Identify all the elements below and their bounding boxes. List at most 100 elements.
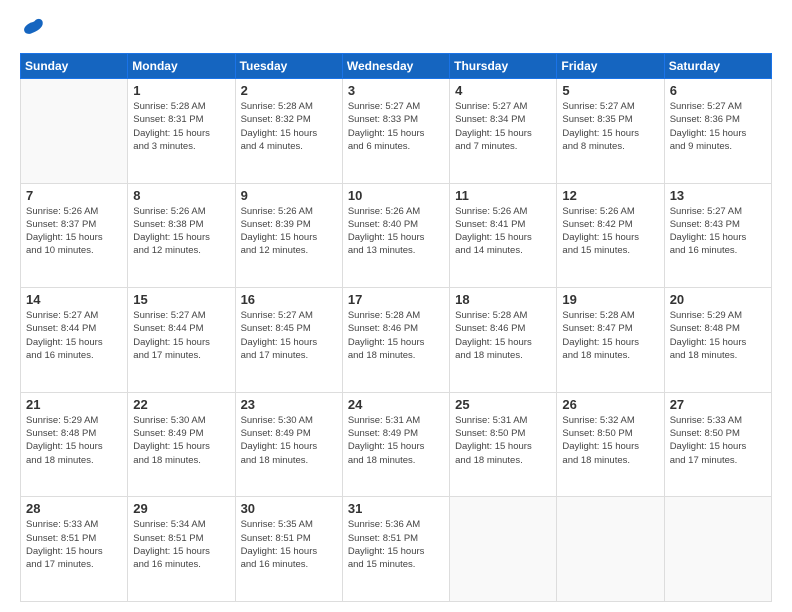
- day-info: Sunrise: 5:32 AM Sunset: 8:50 PM Dayligh…: [562, 414, 658, 467]
- day-cell: 26 Sunrise: 5:32 AM Sunset: 8:50 PM Dayli…: [557, 392, 664, 497]
- day-info: Sunrise: 5:27 AM Sunset: 8:35 PM Dayligh…: [562, 100, 658, 153]
- day-number: 13: [670, 188, 766, 203]
- day-cell: 20 Sunrise: 5:29 AM Sunset: 8:48 PM Dayli…: [664, 288, 771, 393]
- day-number: 10: [348, 188, 444, 203]
- day-info: Sunrise: 5:28 AM Sunset: 8:32 PM Dayligh…: [241, 100, 337, 153]
- header: [20, 16, 772, 43]
- day-cell: 28 Sunrise: 5:33 AM Sunset: 8:51 PM Dayli…: [21, 497, 128, 602]
- weekday-header-tuesday: Tuesday: [235, 54, 342, 79]
- day-cell: [450, 497, 557, 602]
- day-cell: 27 Sunrise: 5:33 AM Sunset: 8:50 PM Dayli…: [664, 392, 771, 497]
- day-number: 18: [455, 292, 551, 307]
- day-cell: 17 Sunrise: 5:28 AM Sunset: 8:46 PM Dayli…: [342, 288, 449, 393]
- day-number: 23: [241, 397, 337, 412]
- day-number: 29: [133, 501, 229, 516]
- weekday-header-friday: Friday: [557, 54, 664, 79]
- day-info: Sunrise: 5:33 AM Sunset: 8:50 PM Dayligh…: [670, 414, 766, 467]
- day-cell: [664, 497, 771, 602]
- day-number: 5: [562, 83, 658, 98]
- day-info: Sunrise: 5:26 AM Sunset: 8:37 PM Dayligh…: [26, 205, 122, 258]
- day-cell: 19 Sunrise: 5:28 AM Sunset: 8:47 PM Dayli…: [557, 288, 664, 393]
- day-cell: 21 Sunrise: 5:29 AM Sunset: 8:48 PM Dayli…: [21, 392, 128, 497]
- page: SundayMondayTuesdayWednesdayThursdayFrid…: [0, 0, 792, 612]
- day-cell: 30 Sunrise: 5:35 AM Sunset: 8:51 PM Dayli…: [235, 497, 342, 602]
- day-cell: 4 Sunrise: 5:27 AM Sunset: 8:34 PM Daylig…: [450, 79, 557, 184]
- day-cell: 15 Sunrise: 5:27 AM Sunset: 8:44 PM Dayli…: [128, 288, 235, 393]
- day-info: Sunrise: 5:30 AM Sunset: 8:49 PM Dayligh…: [133, 414, 229, 467]
- day-number: 19: [562, 292, 658, 307]
- day-info: Sunrise: 5:29 AM Sunset: 8:48 PM Dayligh…: [26, 414, 122, 467]
- day-cell: 7 Sunrise: 5:26 AM Sunset: 8:37 PM Daylig…: [21, 183, 128, 288]
- day-cell: 23Sunrise: 5:30 AM Sunset: 8:49 PM Dayli…: [235, 392, 342, 497]
- day-info: Sunrise: 5:27 AM Sunset: 8:45 PM Dayligh…: [241, 309, 337, 362]
- weekday-header-thursday: Thursday: [450, 54, 557, 79]
- day-cell: 16 Sunrise: 5:27 AM Sunset: 8:45 PM Dayli…: [235, 288, 342, 393]
- day-number: 21: [26, 397, 122, 412]
- day-cell: 9 Sunrise: 5:26 AM Sunset: 8:39 PM Daylig…: [235, 183, 342, 288]
- day-info: Sunrise: 5:27 AM Sunset: 8:44 PM Dayligh…: [133, 309, 229, 362]
- day-info: Sunrise: 5:26 AM Sunset: 8:41 PM Dayligh…: [455, 205, 551, 258]
- day-number: 17: [348, 292, 444, 307]
- day-cell: 3Sunrise: 5:27 AM Sunset: 8:33 PM Daylig…: [342, 79, 449, 184]
- weekday-header-wednesday: Wednesday: [342, 54, 449, 79]
- day-cell: 11Sunrise: 5:26 AM Sunset: 8:41 PM Dayli…: [450, 183, 557, 288]
- day-info: Sunrise: 5:28 AM Sunset: 8:31 PM Dayligh…: [133, 100, 229, 153]
- day-cell: 8Sunrise: 5:26 AM Sunset: 8:38 PM Daylig…: [128, 183, 235, 288]
- day-info: Sunrise: 5:28 AM Sunset: 8:46 PM Dayligh…: [455, 309, 551, 362]
- day-info: Sunrise: 5:34 AM Sunset: 8:51 PM Dayligh…: [133, 518, 229, 571]
- week-row-2: 7 Sunrise: 5:26 AM Sunset: 8:37 PM Daylig…: [21, 183, 772, 288]
- day-cell: 22 Sunrise: 5:30 AM Sunset: 8:49 PM Dayli…: [128, 392, 235, 497]
- day-number: 28: [26, 501, 122, 516]
- day-info: Sunrise: 5:33 AM Sunset: 8:51 PM Dayligh…: [26, 518, 122, 571]
- day-number: 14: [26, 292, 122, 307]
- day-number: 20: [670, 292, 766, 307]
- day-info: Sunrise: 5:29 AM Sunset: 8:48 PM Dayligh…: [670, 309, 766, 362]
- day-info: Sunrise: 5:26 AM Sunset: 8:40 PM Dayligh…: [348, 205, 444, 258]
- weekday-header-sunday: Sunday: [21, 54, 128, 79]
- day-info: Sunrise: 5:28 AM Sunset: 8:46 PM Dayligh…: [348, 309, 444, 362]
- day-number: 9: [241, 188, 337, 203]
- day-number: 1: [133, 83, 229, 98]
- day-number: 3: [348, 83, 444, 98]
- weekday-header-monday: Monday: [128, 54, 235, 79]
- day-number: 24: [348, 397, 444, 412]
- day-cell: 25Sunrise: 5:31 AM Sunset: 8:50 PM Dayli…: [450, 392, 557, 497]
- day-number: 2: [241, 83, 337, 98]
- week-row-1: 1 Sunrise: 5:28 AM Sunset: 8:31 PM Daylig…: [21, 79, 772, 184]
- day-cell: 12 Sunrise: 5:26 AM Sunset: 8:42 PM Dayli…: [557, 183, 664, 288]
- day-number: 12: [562, 188, 658, 203]
- week-row-3: 14 Sunrise: 5:27 AM Sunset: 8:44 PM Dayli…: [21, 288, 772, 393]
- day-info: Sunrise: 5:36 AM Sunset: 8:51 PM Dayligh…: [348, 518, 444, 571]
- day-info: Sunrise: 5:35 AM Sunset: 8:51 PM Dayligh…: [241, 518, 337, 571]
- day-cell: [21, 79, 128, 184]
- day-cell: 29 Sunrise: 5:34 AM Sunset: 8:51 PM Dayli…: [128, 497, 235, 602]
- day-cell: 24 Sunrise: 5:31 AM Sunset: 8:49 PM Dayli…: [342, 392, 449, 497]
- day-number: 22: [133, 397, 229, 412]
- day-info: Sunrise: 5:28 AM Sunset: 8:47 PM Dayligh…: [562, 309, 658, 362]
- logo: [20, 16, 46, 43]
- day-number: 7: [26, 188, 122, 203]
- day-number: 16: [241, 292, 337, 307]
- day-number: 30: [241, 501, 337, 516]
- day-number: 15: [133, 292, 229, 307]
- day-cell: 10 Sunrise: 5:26 AM Sunset: 8:40 PM Dayli…: [342, 183, 449, 288]
- week-row-5: 28 Sunrise: 5:33 AM Sunset: 8:51 PM Dayli…: [21, 497, 772, 602]
- day-info: Sunrise: 5:27 AM Sunset: 8:44 PM Dayligh…: [26, 309, 122, 362]
- day-info: Sunrise: 5:31 AM Sunset: 8:49 PM Dayligh…: [348, 414, 444, 467]
- day-info: Sunrise: 5:26 AM Sunset: 8:42 PM Dayligh…: [562, 205, 658, 258]
- day-cell: 13 Sunrise: 5:27 AM Sunset: 8:43 PM Dayli…: [664, 183, 771, 288]
- calendar-table: SundayMondayTuesdayWednesdayThursdayFrid…: [20, 53, 772, 602]
- day-number: 6: [670, 83, 766, 98]
- day-number: 26: [562, 397, 658, 412]
- weekday-header-saturday: Saturday: [664, 54, 771, 79]
- day-info: Sunrise: 5:26 AM Sunset: 8:38 PM Dayligh…: [133, 205, 229, 258]
- day-info: Sunrise: 5:27 AM Sunset: 8:34 PM Dayligh…: [455, 100, 551, 153]
- week-row-4: 21 Sunrise: 5:29 AM Sunset: 8:48 PM Dayli…: [21, 392, 772, 497]
- day-number: 25: [455, 397, 551, 412]
- day-info: Sunrise: 5:26 AM Sunset: 8:39 PM Dayligh…: [241, 205, 337, 258]
- day-cell: [557, 497, 664, 602]
- weekday-header-row: SundayMondayTuesdayWednesdayThursdayFrid…: [21, 54, 772, 79]
- day-number: 4: [455, 83, 551, 98]
- day-number: 27: [670, 397, 766, 412]
- day-info: Sunrise: 5:27 AM Sunset: 8:43 PM Dayligh…: [670, 205, 766, 258]
